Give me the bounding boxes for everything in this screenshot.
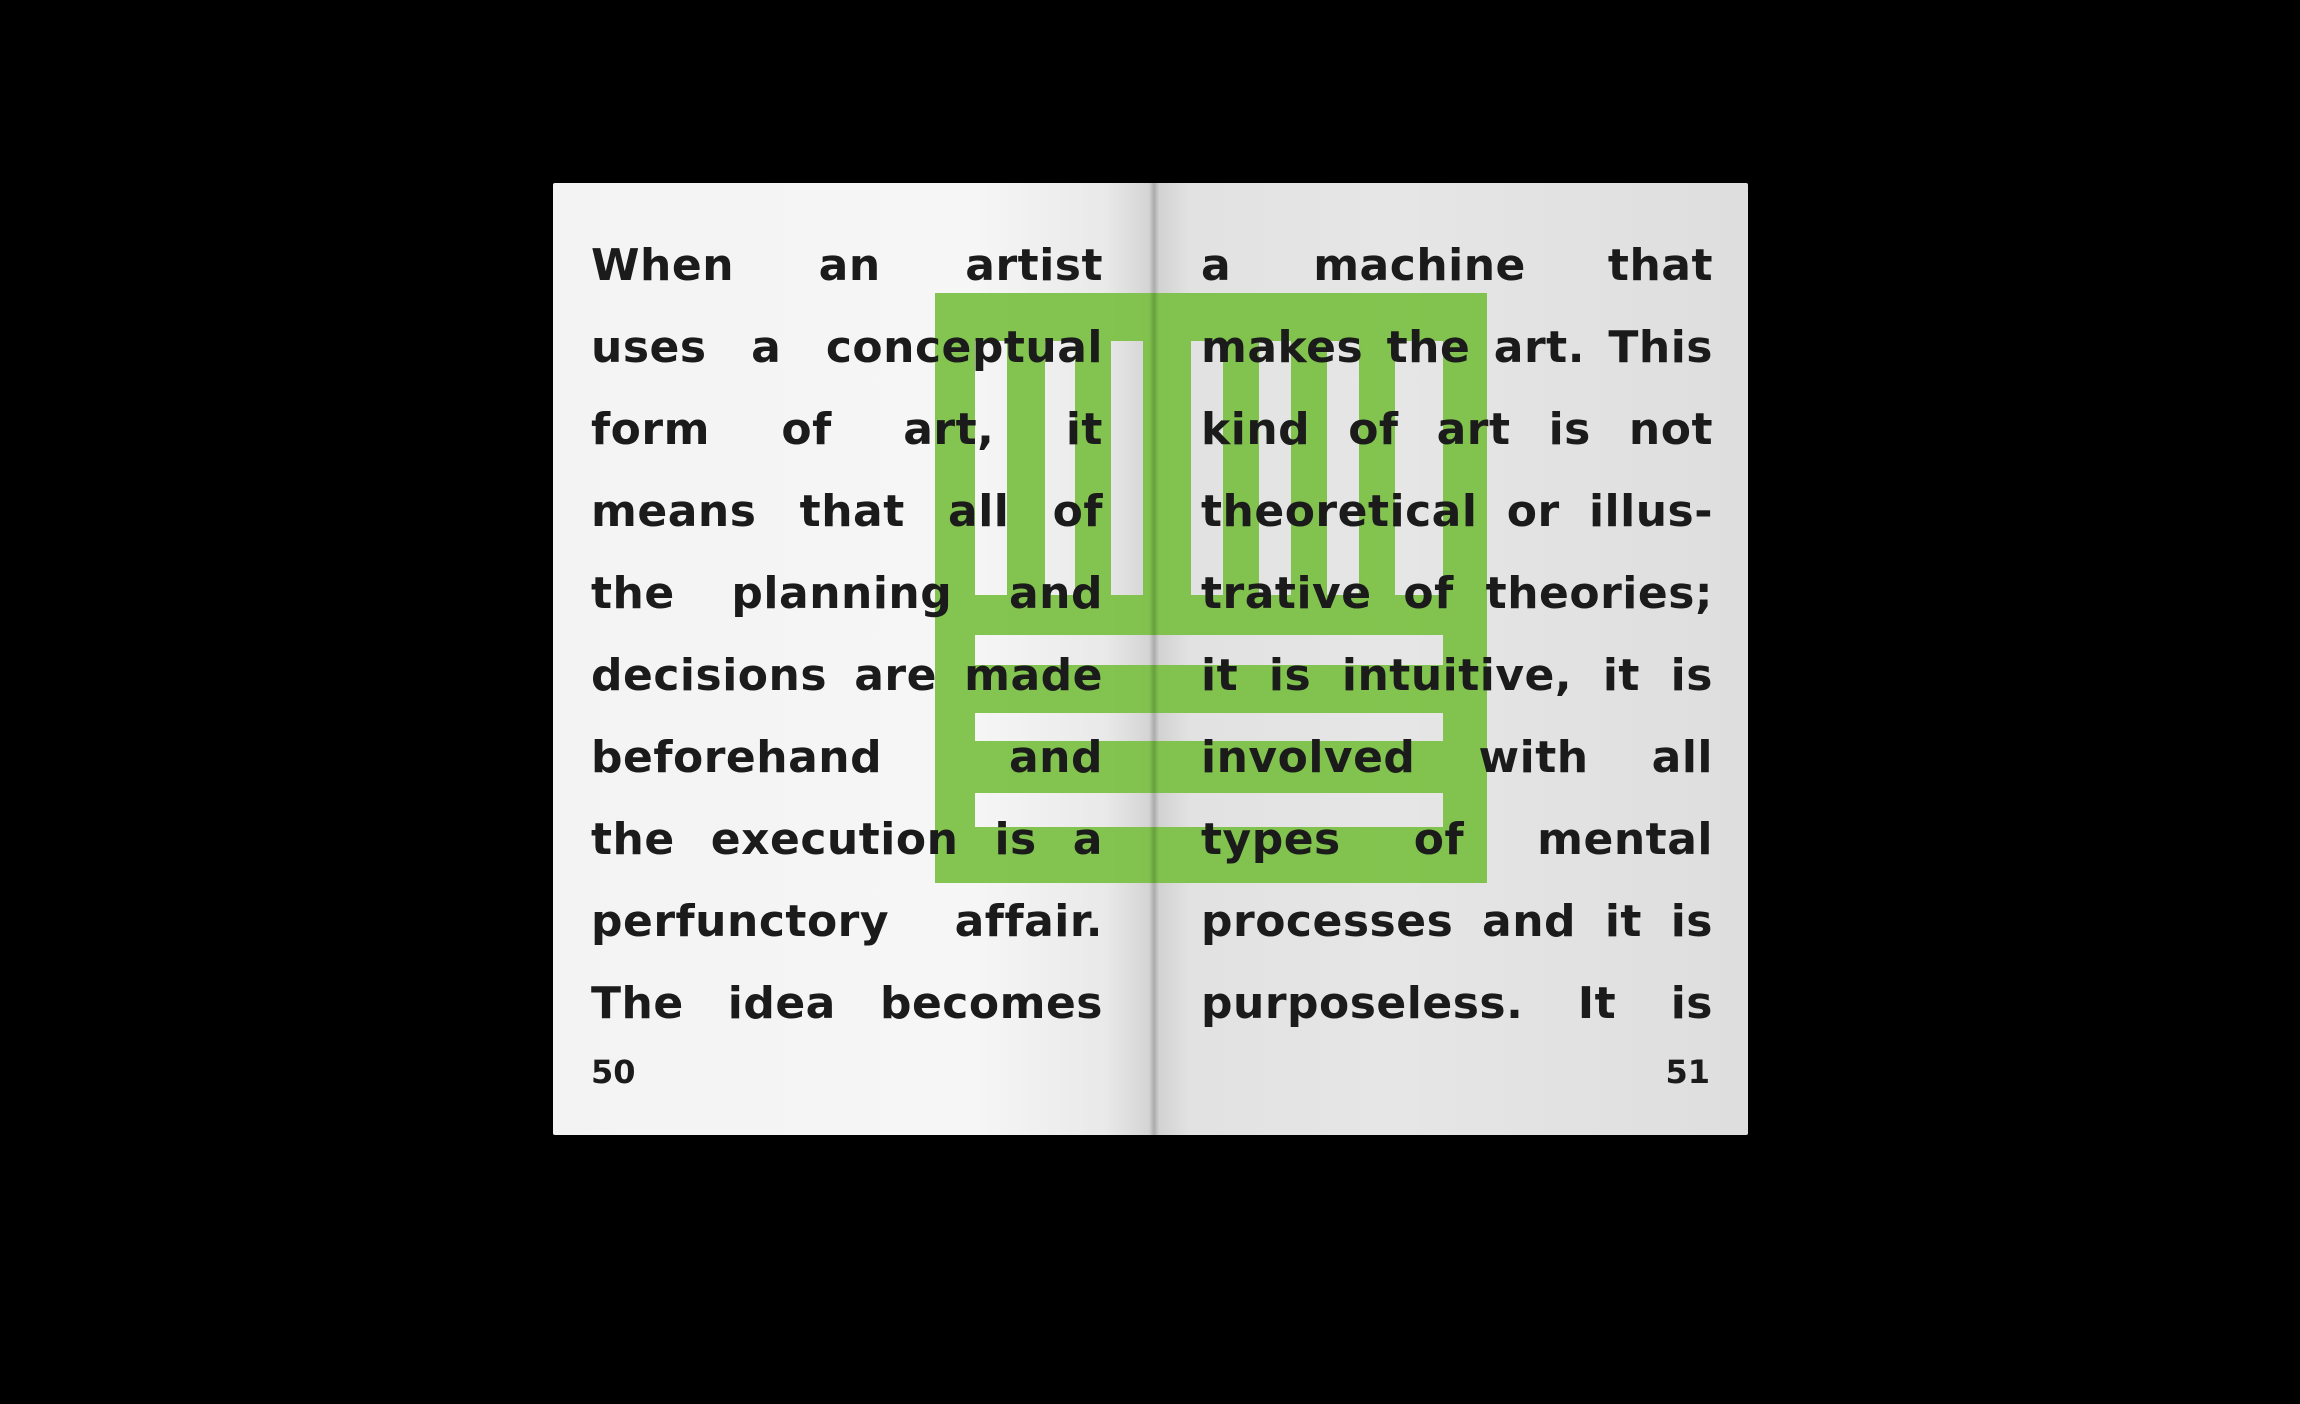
word: all (1651, 732, 1713, 783)
word: becomes (879, 978, 1103, 1029)
word: it (1602, 650, 1640, 701)
text-line: trative of theories; (1201, 553, 1713, 635)
word: artist (965, 240, 1103, 291)
word: machine (1313, 240, 1526, 291)
word: execution (710, 814, 959, 865)
word: of (781, 404, 832, 455)
word: is (1670, 978, 1713, 1029)
word: made (964, 650, 1103, 701)
text-line: The idea becomes (591, 963, 1103, 1045)
word: affair. (954, 896, 1103, 947)
left-page-body-text: When an artist uses a conceptual form of art, it m… (591, 225, 1103, 1045)
word: or (1506, 486, 1560, 537)
word: illus- (1588, 486, 1713, 537)
word: decisions (591, 650, 828, 701)
page-number-left: 50 (591, 1053, 636, 1091)
text-line: means that all of (591, 471, 1103, 553)
text-line: theoretical or illus- (1201, 471, 1713, 553)
text-line: perfunctory affair. (591, 881, 1103, 963)
word: all (948, 486, 1010, 537)
word: is (1548, 404, 1591, 455)
word: art, (903, 404, 995, 455)
word: the (1386, 322, 1471, 373)
word: idea (727, 978, 836, 1029)
word: of (1052, 486, 1103, 537)
word: with (1478, 732, 1589, 783)
word: art (1436, 404, 1511, 455)
word: of (1413, 814, 1465, 865)
word: not (1628, 404, 1713, 455)
word: is (994, 814, 1037, 865)
word: uses (591, 322, 707, 373)
text-line: processes and it is (1201, 881, 1713, 963)
word: perfunctory (591, 896, 890, 947)
word: and (1482, 896, 1577, 947)
right-page-body-text: a machine that makes the art. This kind of art is n… (1201, 225, 1713, 1045)
word: This (1608, 322, 1713, 373)
word: a (1072, 814, 1103, 865)
word: kind (1201, 404, 1311, 455)
word: is (1268, 650, 1312, 701)
word: is (1670, 650, 1713, 701)
word: art. (1493, 322, 1585, 373)
word: a (1201, 240, 1232, 291)
open-booklet: When an artist uses a conceptual form of art, it m… (553, 183, 1748, 1135)
text-line: beforehand and (591, 717, 1103, 799)
word: mental (1537, 814, 1713, 865)
text-line: a machine that (1201, 225, 1713, 307)
booklet-gutter (1149, 183, 1159, 1135)
word: are (854, 650, 937, 701)
text-line: involved with all (1201, 717, 1713, 799)
text-line: makes the art. This (1201, 307, 1713, 389)
text-line: it is intuitive, it is (1201, 635, 1713, 717)
word: involved (1201, 732, 1416, 783)
word: makes (1201, 322, 1364, 373)
text-line: the execution is a (591, 799, 1103, 881)
text-line: form of art, it (591, 389, 1103, 471)
word: intuitive, (1341, 650, 1573, 701)
word: means (591, 486, 757, 537)
word: it (1201, 650, 1239, 701)
text-line: When an artist (591, 225, 1103, 307)
word: types (1201, 814, 1341, 865)
word: of (1348, 404, 1399, 455)
word: theoretical (1201, 486, 1478, 537)
word: and (1008, 568, 1103, 619)
page-number-right: 51 (1665, 1053, 1710, 1091)
word: trative (1201, 568, 1372, 619)
word: it (1604, 896, 1642, 947)
word: beforehand (591, 732, 883, 783)
word: form (591, 404, 710, 455)
word: theories; (1485, 568, 1713, 619)
word: the (591, 568, 675, 619)
word: purposeless. (1201, 978, 1524, 1029)
text-line: types of mental (1201, 799, 1713, 881)
word: planning (731, 568, 953, 619)
word: It (1577, 978, 1617, 1029)
text-line: decisions are made (591, 635, 1103, 717)
word: a (751, 322, 782, 373)
text-line: kind of art is not (1201, 389, 1713, 471)
word: that (1607, 240, 1713, 291)
word: is (1670, 896, 1713, 947)
word: conceptual (825, 322, 1103, 373)
text-line: uses a conceptual (591, 307, 1103, 389)
word: and (1008, 732, 1103, 783)
word: the (591, 814, 675, 865)
text-line: purposeless. It is (1201, 963, 1713, 1045)
text-line: the planning and (591, 553, 1103, 635)
word: that (799, 486, 905, 537)
word: processes (1201, 896, 1454, 947)
word: The (591, 978, 684, 1029)
word: it (1065, 404, 1103, 455)
word: of (1403, 568, 1454, 619)
word: an (818, 240, 881, 291)
word: When (591, 240, 735, 291)
